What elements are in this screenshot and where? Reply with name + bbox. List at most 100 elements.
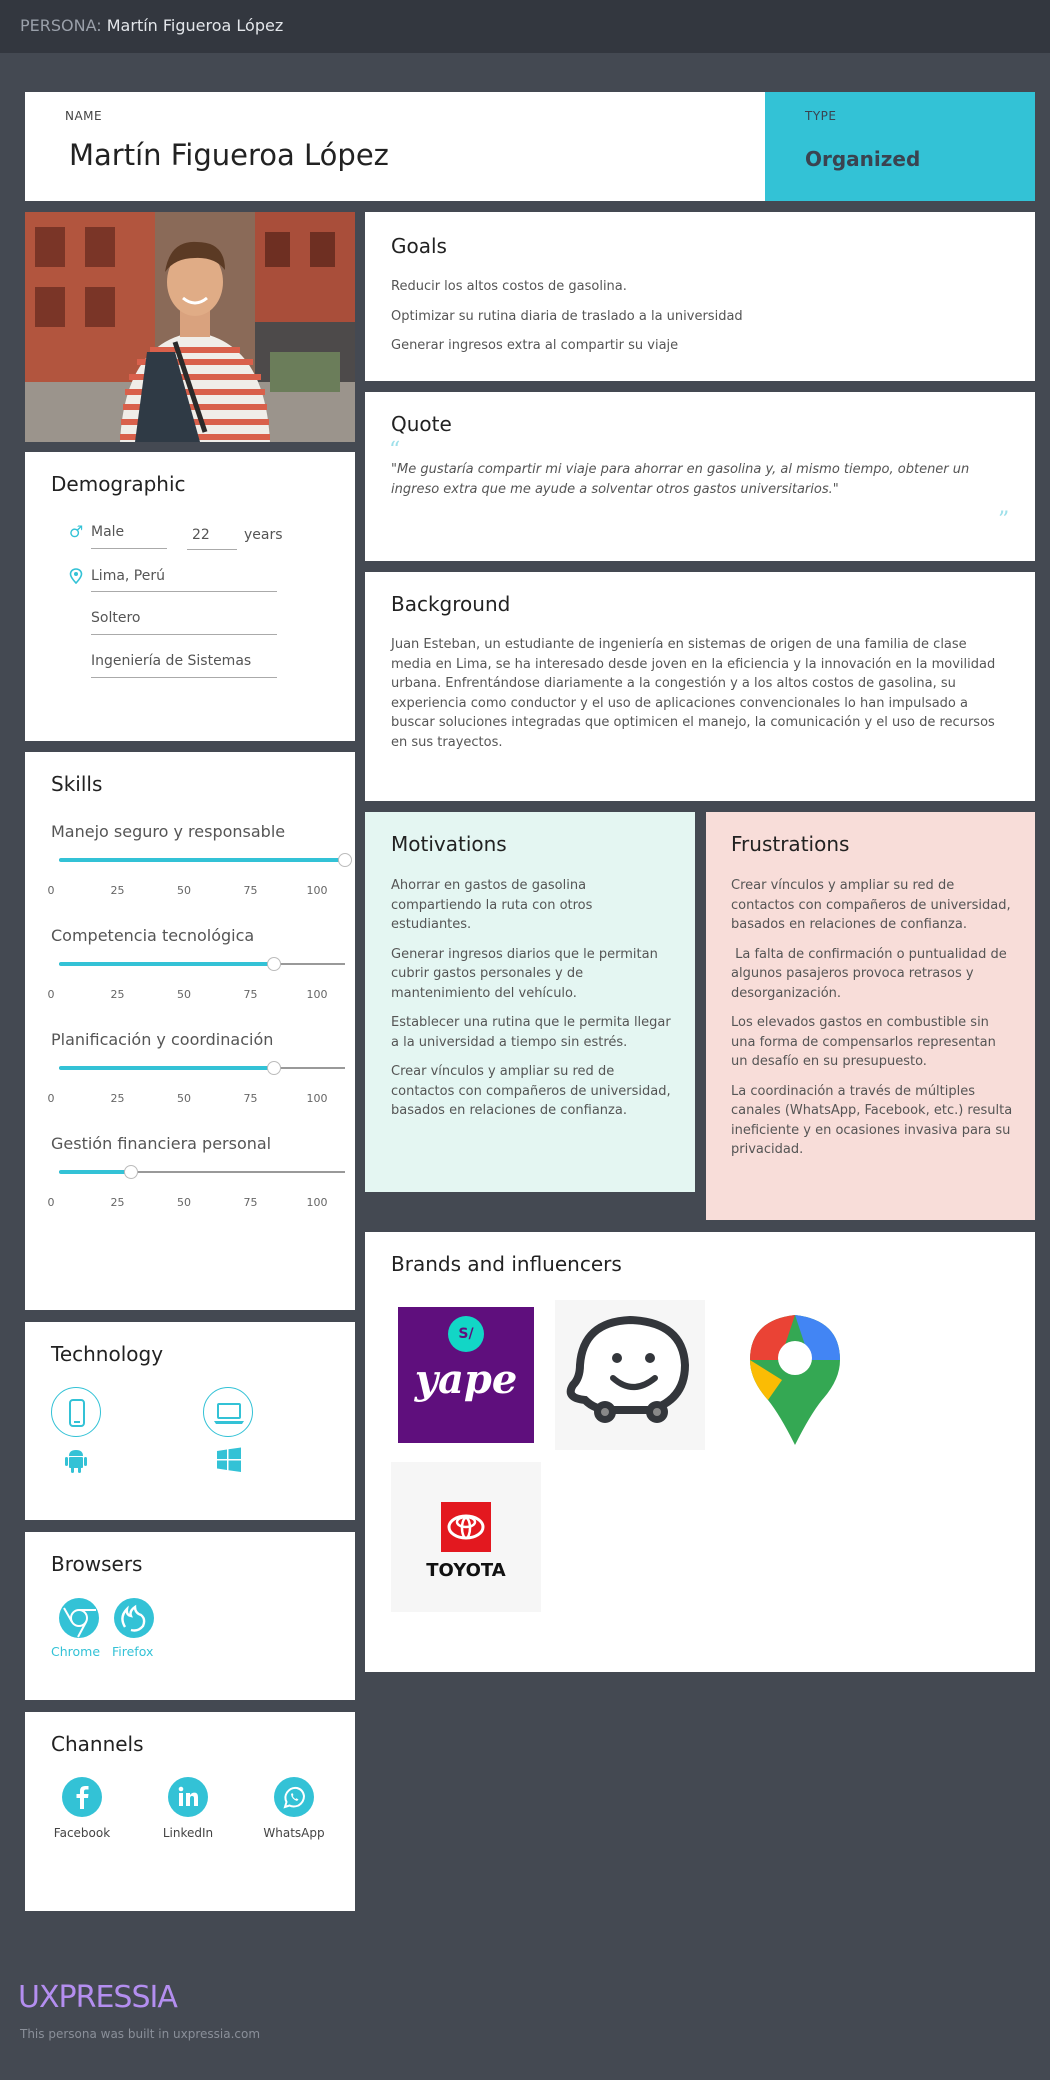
career-value[interactable]: Ingeniería de Sistemas xyxy=(91,653,251,669)
yape-badge: S/ xyxy=(448,1316,484,1352)
topbar-title: PERSONA: Martín Figueroa López xyxy=(20,16,283,35)
channel-whatsapp-label: WhatsApp xyxy=(263,1826,325,1840)
frustrations-title: Frustrations xyxy=(731,832,850,856)
brand-waze-logo xyxy=(555,1300,705,1450)
mobile-icon xyxy=(51,1387,101,1437)
type-card: TYPE Organized xyxy=(765,92,1035,201)
skill-tick-label: 50 xyxy=(177,884,191,897)
demographic-title: Demographic xyxy=(51,472,186,496)
demographic-card: Demographic ♂ Male 22 years Lima, Perú S… xyxy=(25,452,355,741)
goal-item: Reducir los altos costos de gasolina. xyxy=(391,279,627,294)
skill-tick-label: 0 xyxy=(47,988,55,1001)
skill-tick-label: 100 xyxy=(306,884,328,897)
skill-label: Gestión financiera personal xyxy=(51,1134,272,1153)
age-unit: years xyxy=(244,527,283,543)
frustrations-card: Frustrations Crear vínculos y ampliar su… xyxy=(706,812,1035,1220)
topbar-prefix: PERSONA: xyxy=(20,16,102,35)
gender-value[interactable]: Male xyxy=(91,524,124,540)
brand-toyota-logo: TOYOTA xyxy=(391,1462,541,1612)
motivations-card: Motivations Ahorrar en gastos de gasolin… xyxy=(365,812,695,1192)
frustration-item: La coordinación a través de múltiples ca… xyxy=(731,1083,1013,1158)
skill-slider[interactable] xyxy=(59,1061,345,1075)
location-pin-icon xyxy=(69,568,83,588)
whatsapp-icon xyxy=(274,1777,314,1817)
skill-tick-label: 50 xyxy=(177,1196,191,1209)
quote-text: "Me gustaría compartir mi viaje para aho… xyxy=(391,462,970,497)
skill-slider-knob[interactable] xyxy=(266,1061,281,1075)
technology-card: Technology xyxy=(25,1322,355,1520)
topbar-persona-name: Martín Figueroa López xyxy=(106,16,284,35)
skill-slider[interactable] xyxy=(59,853,352,867)
skill-label: Planificación y coordinación xyxy=(51,1030,274,1049)
chrome-icon xyxy=(58,1597,100,1643)
browser-firefox-label: Firefox xyxy=(112,1644,154,1659)
toyota-wordmark: TOYOTA xyxy=(426,1560,506,1581)
goal-item: Optimizar su rutina diaria de traslado a… xyxy=(391,309,743,324)
footer-note: This persona was built in uxpressia.com xyxy=(20,2027,261,2041)
linkedin-icon xyxy=(168,1777,208,1817)
channels-card: Channels Facebook LinkedIn WhatsApp xyxy=(25,1712,355,1911)
motivations-list: Ahorrar en gastos de gasolina compartien… xyxy=(391,876,676,1131)
android-icon xyxy=(63,1446,89,1478)
skill-tick-label: 75 xyxy=(243,1092,258,1105)
name-label: NAME xyxy=(65,109,103,123)
goal-item: Generar ingresos extra al compartir su v… xyxy=(391,338,679,353)
browsers-card: Browsers Chrome Firefox xyxy=(25,1532,355,1700)
brand-google-maps-logo xyxy=(720,1300,870,1450)
skill-tick-label: 50 xyxy=(177,988,191,1001)
age-value[interactable]: 22 xyxy=(192,527,210,543)
motivation-item: Generar ingresos diarios que le permitan… xyxy=(391,946,658,1001)
location-underline xyxy=(91,591,277,592)
facebook-icon xyxy=(62,1777,102,1817)
male-icon: ♂ xyxy=(69,522,84,541)
persona-photo xyxy=(25,212,355,442)
name-card: NAME Martín Figueroa López xyxy=(25,92,765,201)
frustration-item: La falta de confirmación o puntualidad d… xyxy=(731,946,1011,1001)
browser-chrome-label: Chrome xyxy=(51,1644,101,1659)
location-value[interactable]: Lima, Perú xyxy=(91,568,165,584)
quote-title: Quote xyxy=(391,412,452,436)
persona-name[interactable]: Martín Figueroa López xyxy=(69,138,389,172)
marital-status-value[interactable]: Soltero xyxy=(91,610,140,626)
quote-card: Quote “ "Me gustaría compartir mi viaje … xyxy=(365,392,1035,561)
skill-tick-label: 25 xyxy=(110,884,125,897)
technology-title: Technology xyxy=(51,1342,164,1366)
skill-slider[interactable] xyxy=(59,957,345,971)
goals-card: Goals Reducir los altos costos de gasoli… xyxy=(365,212,1035,381)
windows-icon xyxy=(215,1446,243,1478)
close-quote-icon: ” xyxy=(998,508,1010,533)
skill-tick-label: 0 xyxy=(47,1092,55,1105)
persona-type[interactable]: Organized xyxy=(805,147,920,171)
skill-tick-label: 75 xyxy=(243,884,258,897)
skill-slider[interactable] xyxy=(59,1165,345,1179)
frustration-item: Los elevados gastos en combustible sin u… xyxy=(731,1015,996,1069)
firefox-icon xyxy=(113,1597,155,1643)
skill-tick-label: 25 xyxy=(110,988,125,1001)
skill-tick-label: 100 xyxy=(306,1196,328,1209)
background-card: Background Juan Esteban, un estudiante d… xyxy=(365,572,1035,801)
toyota-emblem xyxy=(441,1502,491,1552)
skill-slider-knob[interactable] xyxy=(266,957,281,971)
skill-tick-label: 75 xyxy=(243,988,258,1001)
skill-tick-label: 100 xyxy=(306,1092,328,1105)
goals-title: Goals xyxy=(391,234,447,258)
skill-tick-label: 25 xyxy=(110,1092,125,1105)
skill-slider-knob[interactable] xyxy=(338,853,352,867)
skill-tick-label: 50 xyxy=(177,1092,191,1105)
gender-underline xyxy=(91,548,167,549)
skill-slider-fill xyxy=(59,1066,274,1070)
skill-tick-label: 0 xyxy=(47,884,55,897)
channel-linkedin-label: LinkedIn xyxy=(162,1826,214,1840)
skill-slider-knob[interactable] xyxy=(123,1165,138,1179)
brands-card: Brands and influencers S/ yape TOYOTA xyxy=(365,1232,1035,1672)
uxpressia-logo[interactable]: UXPRESSIA xyxy=(18,1980,178,2015)
career-underline xyxy=(91,677,277,678)
skill-tick-label: 75 xyxy=(243,1196,258,1209)
skill-slider-fill xyxy=(59,1170,131,1174)
motivation-item: Establecer una rutina que le permita lle… xyxy=(391,1015,671,1050)
skill-tick-label: 100 xyxy=(306,988,328,1001)
motivation-item: Crear vínculos y ampliar su red de conta… xyxy=(391,1064,671,1118)
skill-slider-fill xyxy=(59,858,345,862)
frustrations-list: Crear vínculos y ampliar su red de conta… xyxy=(731,876,1016,1170)
skill-tick-label: 0 xyxy=(47,1196,55,1209)
